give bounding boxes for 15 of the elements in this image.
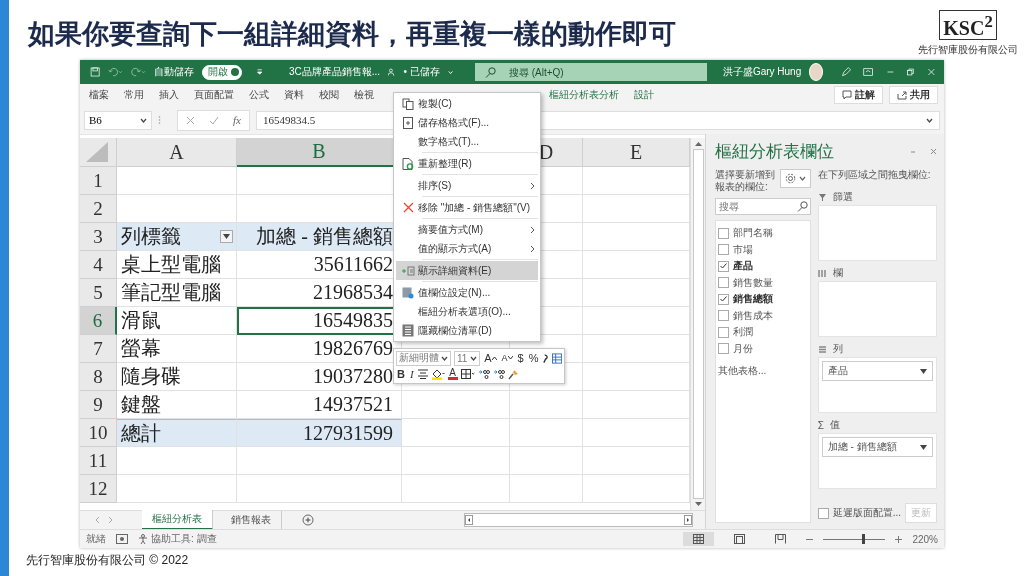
pane-instruction: 選擇要新增到報表的欄位: (715, 169, 776, 193)
sigma-symbol: Σ (817, 419, 824, 431)
table-cell-text: 列標籤 (121, 224, 181, 249)
company-logo: KSC$^{2}$ (939, 10, 997, 40)
autosave-label: 自動儲存 (153, 65, 194, 79)
pane-title: 樞紐分析表欄位 (715, 141, 834, 163)
area-label: 值 (829, 418, 840, 432)
area-label: 欄 (832, 266, 843, 280)
status-text: 就緒 (86, 532, 106, 546)
company-name: 先行智庫股份有限公司 (918, 42, 1018, 57)
slide-title: 如果你要查詢下一組詳細資料，再重複一樣的動作即可 (28, 18, 676, 51)
area-label: 篩選 (832, 190, 853, 204)
pane-instruction: 在下列區域之間拖曳欄位: (817, 169, 932, 181)
footer-text: 先行智庫股份有限公司 © 2022 (26, 553, 189, 567)
area-label: 列 (832, 342, 843, 356)
